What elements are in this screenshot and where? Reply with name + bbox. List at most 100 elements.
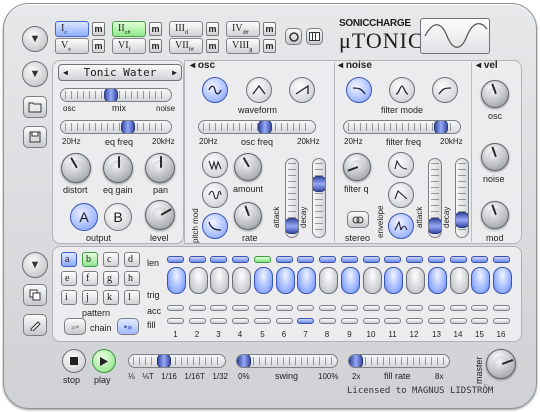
pattern-button-b[interactable]: b: [82, 252, 98, 267]
mute-button-3[interactable]: m: [206, 22, 219, 36]
vel-noise-knob[interactable]: [481, 143, 509, 171]
eq-freq-slider[interactable]: [60, 120, 172, 134]
pitch-mod-env-icon[interactable]: [202, 213, 228, 239]
open-folder-icon[interactable]: [23, 96, 47, 118]
envelope-exp-icon[interactable]: [388, 152, 414, 178]
pitch-mod-sine-icon[interactable]: [202, 182, 228, 208]
channel-menu-button[interactable]: ▼: [22, 26, 48, 52]
circle-settings-icon[interactable]: [285, 28, 302, 45]
fill-rate-slider[interactable]: [348, 354, 450, 368]
trig-step-7[interactable]: [297, 267, 316, 294]
acc-step-1[interactable]: [167, 305, 184, 311]
paste-pattern-icon[interactable]: [23, 314, 47, 336]
level-knob[interactable]: [145, 200, 175, 230]
trig-step-10[interactable]: [362, 267, 382, 294]
mute-button-7[interactable]: m: [206, 39, 219, 53]
filter-q-knob[interactable]: [343, 153, 371, 181]
trig-step-1[interactable]: [167, 267, 186, 294]
fill-step-1[interactable]: [167, 318, 184, 324]
stop-button[interactable]: [62, 349, 86, 373]
trig-step-6[interactable]: [275, 267, 295, 294]
fill-step-5[interactable]: [254, 318, 271, 324]
trig-step-9[interactable]: [341, 267, 360, 294]
fill-step-8[interactable]: [318, 318, 336, 324]
chain-right-button[interactable]: •»: [117, 318, 139, 335]
acc-step-6[interactable]: [275, 305, 293, 311]
mute-button-1[interactable]: m: [92, 22, 105, 36]
mute-button-8[interactable]: m: [263, 39, 276, 53]
master-knob[interactable]: [486, 349, 516, 379]
channel-button-2[interactable]: IIc#: [112, 21, 146, 37]
step-rate-slider[interactable]: [128, 354, 226, 368]
pattern-button-d[interactable]: d: [124, 252, 140, 267]
swing-slider[interactable]: [236, 354, 338, 368]
trig-step-15[interactable]: [471, 267, 490, 294]
fill-step-4[interactable]: [231, 318, 249, 324]
pattern-button-a[interactable]: a: [61, 252, 77, 267]
lowpass-icon[interactable]: [346, 77, 372, 103]
pattern-button-i[interactable]: i: [61, 290, 77, 305]
mute-button-4[interactable]: m: [263, 22, 276, 36]
acc-step-2[interactable]: [188, 305, 206, 311]
chain-left-button[interactable]: »•: [64, 318, 86, 335]
channel-button-4[interactable]: IVd#: [226, 21, 260, 37]
len-step-8[interactable]: [318, 256, 336, 263]
pattern-button-f[interactable]: f: [82, 271, 98, 286]
trig-step-16[interactable]: [492, 267, 512, 294]
osc-freq-slider[interactable]: [198, 120, 316, 134]
len-step-7[interactable]: [297, 256, 314, 263]
highpass-icon[interactable]: [432, 77, 458, 103]
channel-button-8[interactable]: VIIIg: [226, 38, 260, 54]
acc-step-12[interactable]: [405, 305, 423, 311]
envelope-mod-icon[interactable]: [388, 213, 414, 239]
rate-knob[interactable]: [234, 202, 262, 230]
len-step-3[interactable]: [210, 256, 227, 263]
pattern-button-g[interactable]: g: [103, 271, 119, 286]
len-step-1[interactable]: [167, 256, 184, 263]
pattern-button-c[interactable]: c: [103, 252, 119, 267]
noise-decay-slider[interactable]: [455, 158, 469, 238]
len-step-15[interactable]: [471, 256, 488, 263]
pattern-button-e[interactable]: e: [61, 271, 77, 286]
fill-step-3[interactable]: [210, 318, 227, 324]
eq-gain-knob[interactable]: [103, 153, 133, 183]
amount-knob[interactable]: [234, 153, 262, 181]
channel-button-7[interactable]: VIIf#: [169, 38, 203, 54]
fill-step-9[interactable]: [341, 318, 358, 324]
trig-step-3[interactable]: [210, 267, 229, 294]
keyboard-icon[interactable]: [306, 28, 323, 45]
fill-step-6[interactable]: [275, 318, 293, 324]
acc-step-7[interactable]: [297, 305, 314, 311]
pattern-button-k[interactable]: k: [103, 290, 119, 305]
fill-step-10[interactable]: [362, 318, 380, 324]
osc-attack-slider[interactable]: [285, 158, 299, 238]
fill-step-16[interactable]: [492, 318, 510, 324]
fill-step-11[interactable]: [384, 318, 401, 324]
trig-step-11[interactable]: [384, 267, 403, 294]
acc-step-10[interactable]: [362, 305, 380, 311]
patch-selector[interactable]: ◀ Tonic Water ▶: [58, 64, 182, 81]
output-a-button[interactable]: A: [70, 203, 98, 231]
vel-mod-knob[interactable]: [481, 201, 509, 229]
len-step-14[interactable]: [449, 256, 467, 263]
mute-button-6[interactable]: m: [149, 39, 162, 53]
fill-step-2[interactable]: [188, 318, 206, 324]
trig-step-8[interactable]: [318, 267, 338, 294]
pattern-button-l[interactable]: l: [124, 290, 140, 305]
acc-step-5[interactable]: [254, 305, 271, 311]
trig-step-4[interactable]: [231, 267, 251, 294]
fill-step-7[interactable]: [297, 318, 314, 324]
save-disk-icon[interactable]: [23, 126, 47, 148]
trig-step-14[interactable]: [449, 267, 469, 294]
triangle-wave-icon[interactable]: [246, 77, 272, 103]
len-step-6[interactable]: [275, 256, 293, 263]
mute-button-2[interactable]: m: [149, 22, 162, 36]
len-step-2[interactable]: [188, 256, 206, 263]
acc-step-3[interactable]: [210, 305, 227, 311]
trig-step-5[interactable]: [254, 267, 273, 294]
len-step-11[interactable]: [384, 256, 401, 263]
pattern-button-h[interactable]: h: [124, 271, 140, 286]
patch-menu-button[interactable]: ▼: [22, 61, 48, 87]
len-step-4[interactable]: [231, 256, 249, 263]
stereo-toggle[interactable]: [347, 211, 369, 228]
